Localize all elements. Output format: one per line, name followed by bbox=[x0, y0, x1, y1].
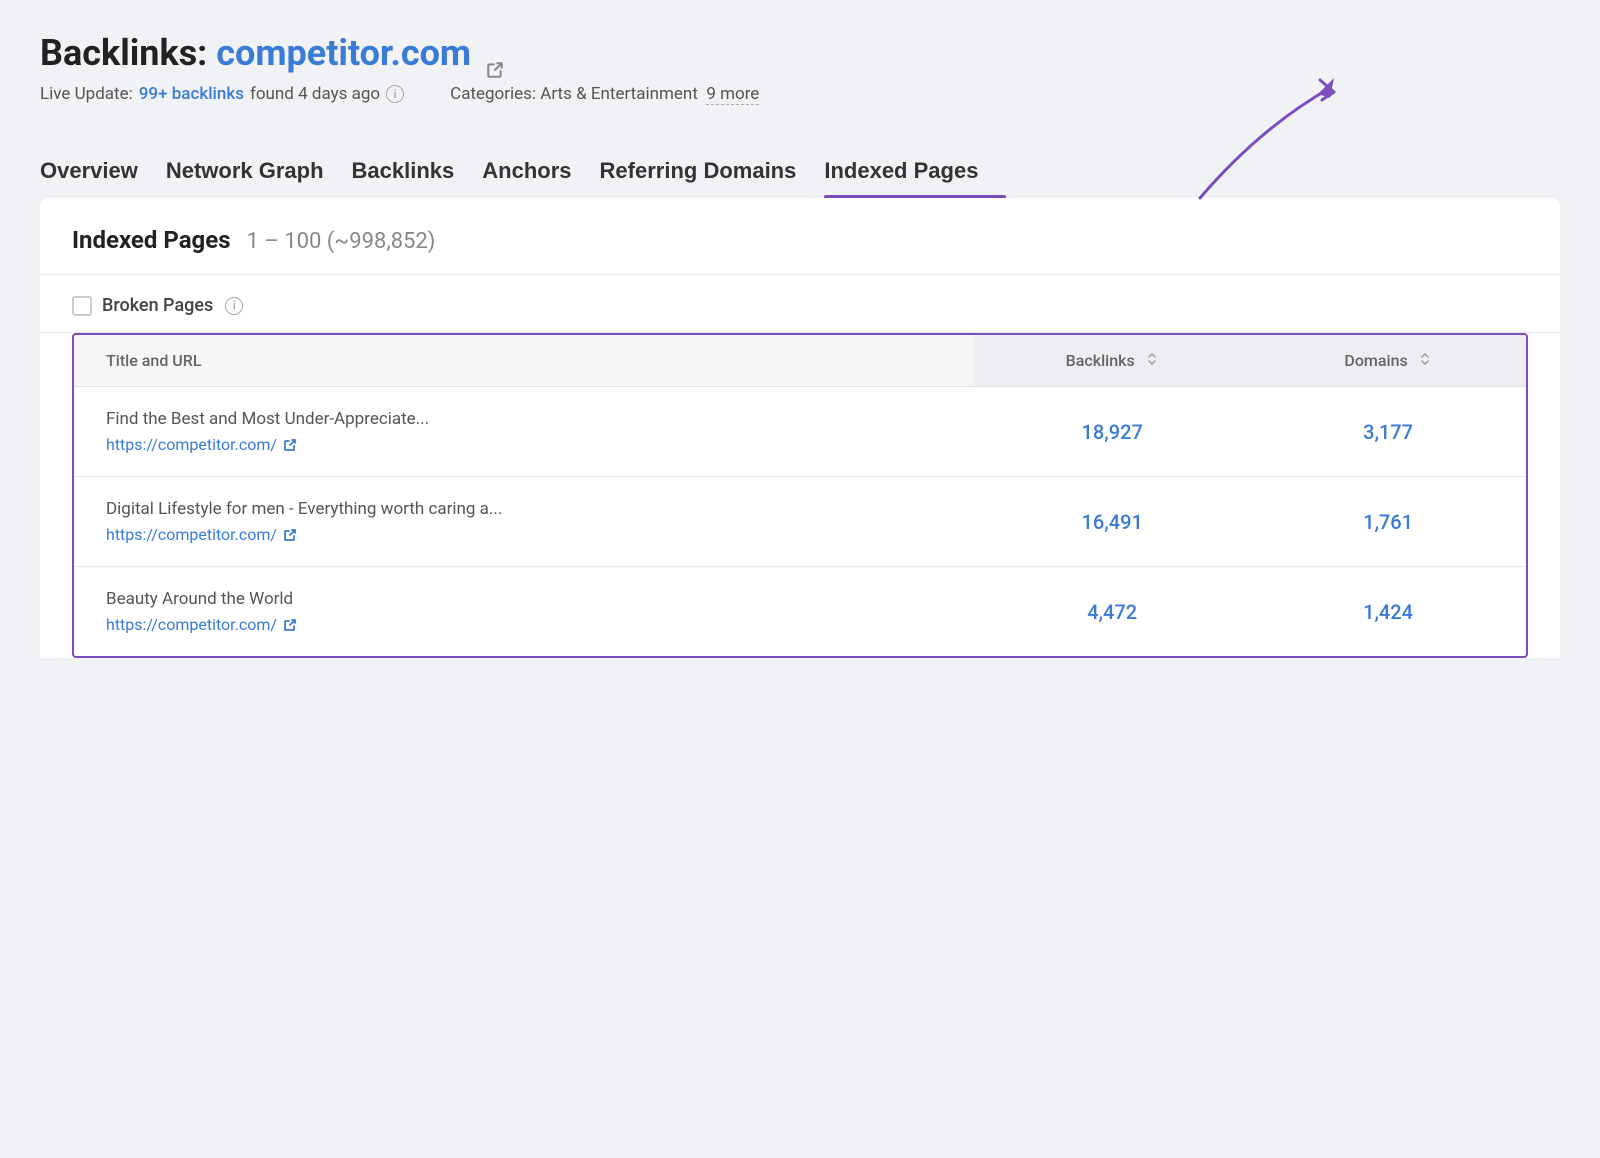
td-backlinks-1[interactable]: 18,927 bbox=[974, 387, 1250, 477]
title-prefix: Backlinks: bbox=[40, 32, 216, 74]
categories-text: Categories: Arts & Entertainment 9 more bbox=[450, 84, 759, 104]
external-link-icon[interactable] bbox=[486, 46, 504, 64]
col-domains-label: Domains bbox=[1344, 351, 1407, 370]
more-link[interactable]: 9 more bbox=[706, 84, 759, 105]
row-title-2: Digital Lifestyle for men - Everything w… bbox=[106, 499, 942, 519]
domains-sort-icon[interactable] bbox=[1418, 352, 1432, 370]
header-section: Backlinks: competitor.com Live Update: 9… bbox=[40, 32, 1560, 124]
table-body: Find the Best and Most Under-Appreciate.… bbox=[74, 387, 1526, 657]
td-domains-2[interactable]: 1,761 bbox=[1250, 477, 1526, 567]
broken-pages-label: Broken Pages bbox=[102, 295, 213, 316]
td-title-url-3: Beauty Around the World https://competit… bbox=[74, 567, 974, 657]
page-title: Backlinks: competitor.com bbox=[40, 32, 1560, 74]
col-domains[interactable]: Domains bbox=[1250, 335, 1526, 387]
page-wrapper: Backlinks: competitor.com Live Update: 9… bbox=[0, 0, 1600, 658]
info-icon[interactable]: i bbox=[386, 85, 404, 103]
backlinks-count[interactable]: 99+ backlinks bbox=[139, 84, 244, 104]
row-url-1[interactable]: https://competitor.com/ bbox=[106, 435, 942, 454]
table-row: Beauty Around the World https://competit… bbox=[74, 567, 1526, 657]
table-row: Digital Lifestyle for men - Everything w… bbox=[74, 477, 1526, 567]
td-title-url-1: Find the Best and Most Under-Appreciate.… bbox=[74, 387, 974, 477]
broken-pages-filter[interactable]: Broken Pages bbox=[72, 295, 213, 316]
backlinks-sort-icon[interactable] bbox=[1145, 352, 1159, 370]
col-backlinks[interactable]: Backlinks bbox=[974, 335, 1250, 387]
td-domains-1[interactable]: 3,177 bbox=[1250, 387, 1526, 477]
domain-link[interactable]: competitor.com bbox=[216, 32, 471, 74]
row-title-1: Find the Best and Most Under-Appreciate.… bbox=[106, 409, 942, 429]
live-update-prefix: Live Update: bbox=[40, 84, 133, 104]
live-update-bar: Live Update: 99+ backlinks found 4 days … bbox=[40, 84, 1560, 104]
td-domains-3[interactable]: 1,424 bbox=[1250, 567, 1526, 657]
tab-referring-domains[interactable]: Referring Domains bbox=[600, 148, 825, 198]
categories-label: Categories: Arts & Entertainment bbox=[450, 84, 698, 104]
table-highlight-wrapper: Title and URL Backlinks bbox=[72, 333, 1528, 658]
tab-network-graph[interactable]: Network Graph bbox=[166, 148, 352, 198]
td-backlinks-2[interactable]: 16,491 bbox=[974, 477, 1250, 567]
table-row: Find the Best and Most Under-Appreciate.… bbox=[74, 387, 1526, 477]
tab-indexed-pages[interactable]: Indexed Pages bbox=[824, 148, 1006, 198]
indexed-pages-count: 1 – 100 (~998,852) bbox=[247, 229, 436, 254]
row-url-2[interactable]: https://competitor.com/ bbox=[106, 525, 942, 544]
external-link-icon-1 bbox=[283, 438, 297, 452]
row-url-3[interactable]: https://competitor.com/ bbox=[106, 615, 942, 634]
live-update-suffix: found 4 days ago bbox=[250, 84, 380, 104]
tab-backlinks[interactable]: Backlinks bbox=[352, 148, 483, 198]
external-link-icon-2 bbox=[283, 528, 297, 542]
table-outer: Title and URL Backlinks bbox=[40, 333, 1560, 658]
indexed-pages-header: Indexed Pages 1 – 100 (~998,852) bbox=[40, 198, 1560, 275]
nav-tabs: Overview Network Graph Backlinks Anchors… bbox=[40, 148, 1560, 198]
col-backlinks-label: Backlinks bbox=[1066, 351, 1135, 370]
table-header-row: Title and URL Backlinks bbox=[74, 335, 1526, 387]
external-link-icon-3 bbox=[283, 618, 297, 632]
tab-anchors[interactable]: Anchors bbox=[482, 148, 599, 198]
tab-overview[interactable]: Overview bbox=[40, 148, 166, 198]
url-text-1: https://competitor.com/ bbox=[106, 435, 277, 454]
row-title-3: Beauty Around the World bbox=[106, 589, 942, 609]
td-title-url-2: Digital Lifestyle for men - Everything w… bbox=[74, 477, 974, 567]
filter-row: Broken Pages i bbox=[40, 275, 1560, 333]
broken-pages-checkbox[interactable] bbox=[72, 296, 92, 316]
indexed-pages-table: Title and URL Backlinks bbox=[74, 335, 1526, 656]
url-text-2: https://competitor.com/ bbox=[106, 525, 277, 544]
col-title-url-label: Title and URL bbox=[106, 351, 201, 370]
col-title-url: Title and URL bbox=[74, 335, 974, 387]
main-content: Indexed Pages 1 – 100 (~998,852) Broken … bbox=[40, 198, 1560, 658]
td-backlinks-3[interactable]: 4,472 bbox=[974, 567, 1250, 657]
indexed-pages-title: Indexed Pages bbox=[72, 226, 231, 254]
url-text-3: https://competitor.com/ bbox=[106, 615, 277, 634]
broken-pages-info-icon[interactable]: i bbox=[225, 297, 243, 315]
